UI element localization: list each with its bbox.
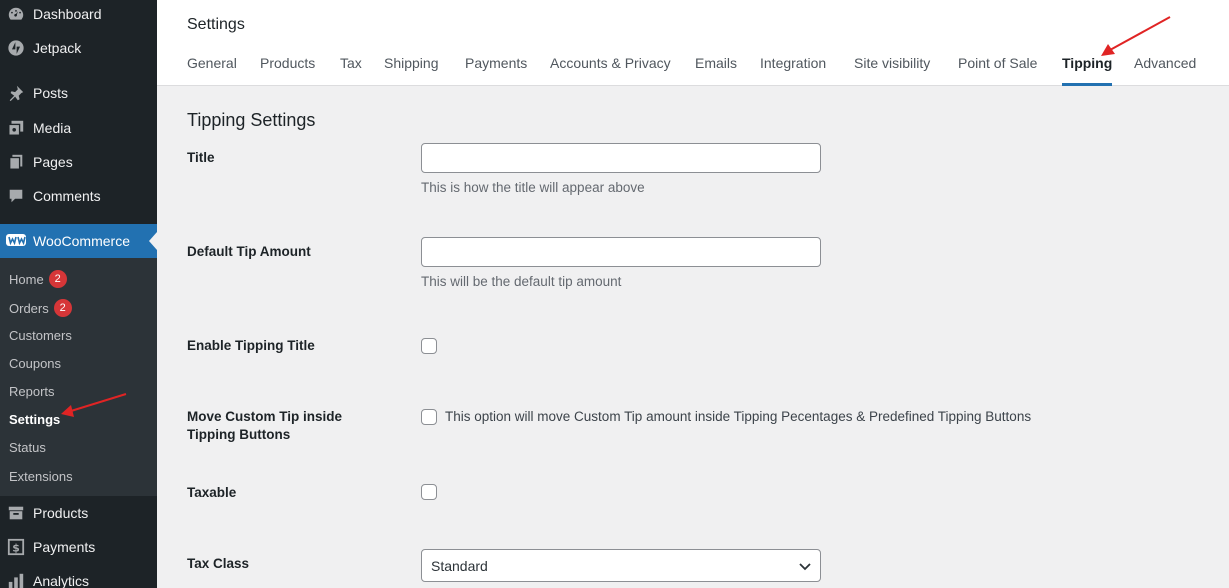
sidebar-item-label: Posts — [33, 85, 69, 101]
sidebar-item-pages[interactable]: Pages — [0, 145, 157, 179]
media-icon — [6, 118, 26, 138]
title-description: This is how the title will appear above — [421, 180, 645, 195]
products-icon — [6, 503, 26, 523]
payments-icon: $ — [6, 537, 26, 557]
tab-general[interactable]: General — [187, 55, 237, 86]
submenu-item-status[interactable]: Status — [9, 437, 46, 457]
sidebar-item-label: Media — [33, 120, 72, 136]
sidebar-item-label: Analytics — [33, 573, 90, 588]
comments-icon — [6, 186, 26, 206]
submenu-label: Orders — [9, 300, 49, 316]
tab-point-of-sale[interactable]: Point of Sale — [958, 55, 1037, 86]
tab-site-visibility[interactable]: Site visibility — [854, 55, 930, 86]
submenu-item-coupons[interactable]: Coupons — [9, 353, 61, 373]
settings-header: Settings General Products Tax Shipping P… — [157, 0, 1229, 86]
sidebar-item-label: Dashboard — [33, 6, 102, 22]
default-tip-description: This will be the default tip amount — [421, 274, 622, 289]
page-title: Settings — [187, 16, 245, 33]
sidebar-item-dashboard[interactable]: Dashboard — [0, 0, 157, 31]
tax-class-select[interactable]: Standard — [421, 549, 821, 582]
taxable-checkbox[interactable] — [421, 484, 437, 500]
pin-icon — [6, 83, 26, 103]
default-tip-input[interactable] — [421, 237, 821, 267]
tab-shipping[interactable]: Shipping — [384, 55, 439, 86]
annotation-arrows — [61, 16, 1171, 417]
tab-tipping[interactable]: Tipping — [1062, 55, 1113, 86]
woocommerce-submenu: Home 2 Orders 2 Customers Coupons Report… — [0, 258, 157, 496]
tab-advanced[interactable]: Advanced — [1134, 55, 1196, 86]
move-custom-tip-label: Move Custom Tip inside Tipping Buttons — [187, 409, 343, 442]
sidebar-item-label: WooCommerce — [33, 233, 130, 249]
enable-tipping-title-checkbox[interactable] — [421, 338, 437, 354]
dashboard-icon — [6, 4, 26, 24]
svg-text:$: $ — [12, 542, 20, 555]
sidebar-item-payments[interactable]: $ Payments — [0, 530, 157, 564]
sidebar-item-label: Products — [33, 505, 89, 521]
sidebar-item-woocommerce[interactable]: WooCommerce — [0, 224, 157, 258]
sidebar-item-label: Payments — [33, 539, 96, 555]
sidebar-item-analytics[interactable]: Analytics — [0, 564, 157, 588]
move-custom-tip-checkbox[interactable] — [421, 409, 437, 425]
section-title: Tipping Settings — [187, 110, 316, 130]
woocommerce-icon — [6, 231, 26, 251]
tax-class-label: Tax Class — [187, 556, 250, 571]
notification-badge: 2 — [48, 270, 67, 288]
notification-badge: 2 — [53, 299, 72, 317]
chevron-down-icon — [799, 563, 811, 571]
title-input[interactable] — [421, 143, 821, 173]
submenu-item-settings[interactable]: Settings — [9, 409, 60, 429]
move-custom-tip-description: This option will move Custom Tip amount … — [445, 409, 1032, 424]
sidebar-item-media[interactable]: Media — [0, 111, 157, 145]
analytics-icon — [6, 571, 26, 588]
enable-tipping-title-label: Enable Tipping Title — [187, 338, 315, 353]
submenu-item-reports[interactable]: Reports — [9, 381, 55, 401]
submenu-item-extensions[interactable]: Extensions — [9, 466, 73, 486]
sidebar-item-jetpack[interactable]: Jetpack — [0, 31, 157, 65]
submenu-item-orders[interactable]: Orders 2 — [9, 298, 72, 318]
sidebar-item-comments[interactable]: Comments — [0, 179, 157, 213]
submenu-label: Home — [9, 271, 44, 287]
sidebar-item-label: Comments — [33, 188, 101, 204]
admin-sidebar: Dashboard Jetpack Posts Media Pages Comm… — [0, 0, 157, 588]
tab-emails[interactable]: Emails — [695, 55, 737, 86]
submenu-item-customers[interactable]: Customers — [9, 325, 72, 345]
tax-class-value: Standard — [431, 557, 488, 574]
default-tip-label: Default Tip Amount — [187, 244, 311, 259]
sidebar-item-label: Pages — [33, 154, 73, 170]
tab-tax[interactable]: Tax — [340, 55, 362, 86]
tab-integration[interactable]: Integration — [760, 55, 826, 86]
taxable-label: Taxable — [187, 485, 237, 500]
jetpack-icon — [6, 38, 26, 58]
sidebar-item-label: Jetpack — [33, 40, 82, 56]
pages-icon — [6, 152, 26, 172]
title-label: Title — [187, 150, 215, 165]
tab-payments[interactable]: Payments — [465, 55, 527, 86]
tab-accounts-privacy[interactable]: Accounts & Privacy — [550, 55, 671, 86]
sidebar-item-products[interactable]: Products — [0, 496, 157, 530]
tab-products[interactable]: Products — [260, 55, 315, 86]
submenu-item-home[interactable]: Home 2 — [9, 269, 67, 289]
sidebar-item-posts[interactable]: Posts — [0, 76, 157, 110]
